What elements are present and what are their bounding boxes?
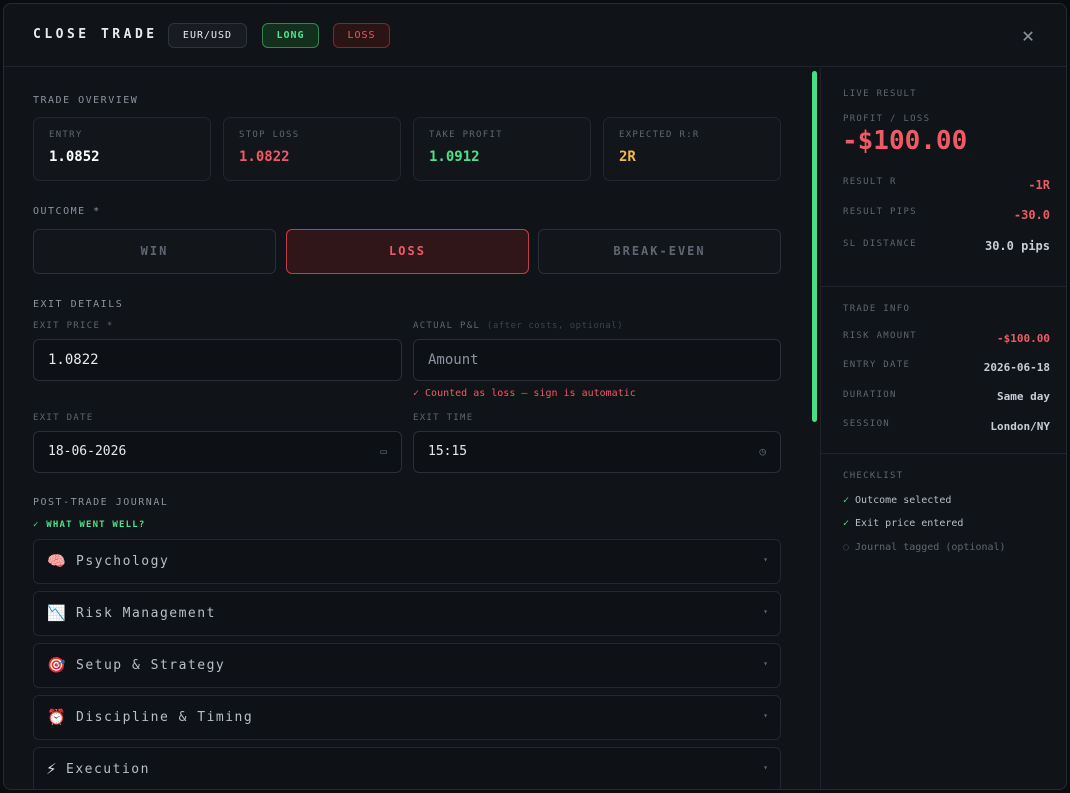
pnl-input[interactable]: Amount: [413, 339, 781, 381]
close-trade-modal: CLOSE TRADE EUR/USD LONG LOSS ✕ TRADE OV…: [3, 3, 1067, 790]
card-label: STOP LOSS: [239, 130, 300, 140]
modal-title: CLOSE TRADE: [33, 27, 158, 42]
risk-amount-value: -$100.00: [997, 332, 1050, 345]
trade-info-label: TRADE INFO: [843, 304, 911, 314]
expected-rr-card: EXPECTED R:R 2R: [603, 117, 781, 181]
duration-value: Same day: [997, 390, 1050, 403]
card-value: 1.0852: [49, 149, 100, 165]
exit-time-value: 15:15: [428, 444, 468, 459]
pnl-note: ✓ Counted as loss — sign is automatic: [413, 388, 636, 399]
exit-time-label: EXIT TIME: [413, 413, 474, 423]
exit-date-label: EXIT DATE: [33, 413, 94, 423]
chevron-down-icon: ▾: [763, 555, 768, 564]
card-label: ENTRY: [49, 130, 83, 140]
result-sidebar: LIVE RESULT PROFIT / LOSS -$100.00 RESUL…: [820, 68, 1066, 789]
journal-section-discipline[interactable]: ⏰ Discipline & Timing ▾: [33, 695, 781, 740]
divider: [821, 286, 1066, 287]
live-result-label: LIVE RESULT: [843, 89, 917, 99]
card-label: EXPECTED R:R: [619, 130, 700, 140]
check-icon: ✓: [843, 518, 850, 529]
close-icon[interactable]: ✕: [1022, 23, 1034, 47]
chevron-down-icon: ▾: [763, 607, 768, 616]
pl-value: -$100.00: [842, 126, 968, 156]
exit-date-input[interactable]: 18-06-2026 ▭: [33, 431, 402, 473]
exit-details-label: EXIT DETAILS: [33, 299, 124, 310]
status-badge: LOSS: [333, 23, 390, 48]
checklist-text: Exit price entered: [855, 518, 964, 529]
chevron-down-icon: ▾: [763, 763, 768, 772]
exit-time-input[interactable]: 15:15 ◷: [413, 431, 781, 473]
session-label: SESSION: [843, 419, 891, 429]
exit-price-input[interactable]: 1.0822: [33, 339, 402, 381]
checklist-item: ✓ Exit price entered: [843, 518, 963, 529]
target-icon: 🎯: [47, 656, 66, 674]
brain-icon: 🧠: [47, 552, 66, 570]
outcome-loss-button[interactable]: LOSS: [286, 229, 529, 274]
checklist-text: Journal tagged (optional): [855, 542, 1006, 553]
journal-section-risk[interactable]: 📉 Risk Management ▾: [33, 591, 781, 636]
direction-badge: LONG: [262, 23, 319, 48]
sl-distance-label: SL DISTANCE: [843, 239, 917, 249]
pnl-label: ACTUAL P&L (after costs, optional): [413, 321, 623, 331]
chevron-down-icon: ▾: [763, 711, 768, 720]
chart-down-icon: 📉: [47, 604, 66, 622]
section-label: Discipline & Timing: [76, 710, 254, 725]
pair-badge: EUR/USD: [168, 23, 247, 48]
card-value: 1.0822: [239, 149, 290, 165]
checklist-item: ✓ Outcome selected: [843, 495, 951, 506]
pnl-label-text: ACTUAL P&L: [413, 321, 481, 331]
trade-form: TRADE OVERVIEW ENTRY 1.0852 STOP LOSS 1.…: [4, 68, 809, 789]
alarm-clock-icon: ⏰: [47, 708, 66, 726]
journal-label: POST-TRADE JOURNAL: [33, 497, 169, 508]
outcome-label: OUTCOME *: [33, 206, 101, 217]
divider: [821, 453, 1066, 454]
clock-icon[interactable]: ◷: [759, 432, 766, 472]
entry-card: ENTRY 1.0852: [33, 117, 211, 181]
card-label: TAKE PROFIT: [429, 130, 503, 140]
sl-distance-value: 30.0 pips: [984, 239, 1050, 253]
entry-date-label: ENTRY DATE: [843, 360, 911, 370]
take-profit-card: TAKE PROFIT 1.0912: [413, 117, 591, 181]
lightning-icon: ⚡: [46, 760, 57, 778]
section-label: Psychology: [76, 554, 170, 569]
duration-label: DURATION: [843, 390, 897, 400]
result-r-value: -1R: [1028, 178, 1050, 192]
risk-amount-label: RISK AMOUNT: [843, 331, 917, 341]
result-r-label: RESULT R: [843, 177, 897, 187]
overview-label: TRADE OVERVIEW: [33, 95, 139, 106]
journal-section-setup[interactable]: 🎯 Setup & Strategy ▾: [33, 643, 781, 688]
modal-header: CLOSE TRADE EUR/USD LONG LOSS ✕: [4, 4, 1066, 67]
pl-label: PROFIT / LOSS: [843, 114, 931, 124]
section-label: Setup & Strategy: [76, 658, 226, 673]
session-value: London/NY: [990, 420, 1050, 433]
card-value: 1.0912: [429, 149, 480, 165]
journal-prompt: ✓ WHAT WENT WELL?: [33, 520, 146, 530]
outcome-win-button[interactable]: WIN: [33, 229, 276, 274]
entry-date-value: 2026-06-18: [983, 361, 1050, 374]
circle-icon: ○: [843, 542, 850, 553]
section-label: Execution: [66, 762, 150, 777]
journal-section-psychology[interactable]: 🧠 Psychology ▾: [33, 539, 781, 584]
exit-date-value: 18-06-2026: [48, 444, 127, 459]
stop-loss-card: STOP LOSS 1.0822: [223, 117, 401, 181]
journal-section-execution[interactable]: ⚡ Execution ▾: [33, 747, 781, 789]
check-icon: ✓: [843, 495, 850, 506]
outcome-breakeven-button[interactable]: BREAK-EVEN: [538, 229, 781, 274]
result-pips-value: -30.0: [1013, 208, 1050, 222]
scrollbar[interactable]: [812, 71, 817, 422]
pnl-hint: (after costs, optional): [486, 321, 624, 331]
exit-price-label: EXIT PRICE *: [33, 321, 114, 331]
calendar-icon[interactable]: ▭: [380, 432, 387, 472]
checklist-text: Outcome selected: [855, 495, 952, 506]
checklist-item: ○ Journal tagged (optional): [843, 542, 1006, 553]
result-pips-label: RESULT PIPS: [843, 207, 917, 217]
chevron-down-icon: ▾: [763, 659, 768, 668]
section-label: Risk Management: [76, 606, 216, 621]
card-value: 2R: [619, 149, 636, 165]
checklist-label: CHECKLIST: [843, 471, 904, 481]
